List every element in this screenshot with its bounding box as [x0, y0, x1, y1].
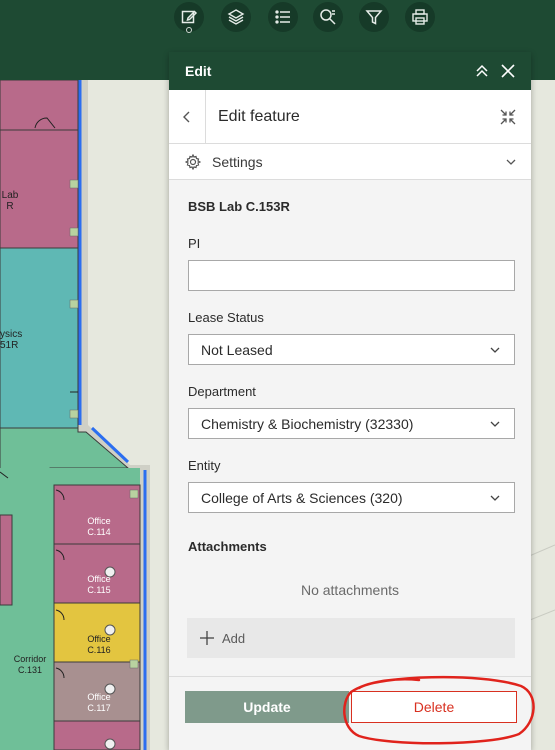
no-attachments-text: No attachments	[300, 582, 400, 598]
room-label-c117: Office C.117	[87, 692, 111, 713]
search-tool-button[interactable]	[313, 2, 343, 32]
feature-form: BSB Lab C.153R PI Lease Status Not Lease…	[169, 180, 531, 676]
entity-value: College of Arts & Sciences (320)	[201, 490, 403, 506]
entity-select[interactable]: College of Arts & Sciences (320)	[188, 482, 515, 513]
lease-status-value: Not Leased	[201, 342, 273, 358]
entity-label: Entity	[188, 458, 221, 473]
settings-toggle[interactable]: Settings	[169, 144, 531, 180]
room-label-c116: Office C.116	[87, 634, 111, 655]
update-button[interactable]: Update	[185, 691, 349, 723]
edit-feature-title: Edit feature	[218, 108, 300, 125]
pi-input[interactable]	[188, 260, 515, 291]
layers-tool-button[interactable]	[221, 2, 251, 32]
lease-status-label: Lease Status	[188, 310, 264, 325]
print-icon	[412, 9, 428, 25]
settings-label: Settings	[212, 154, 263, 170]
chevron-left-icon	[183, 111, 190, 122]
chevron-down-icon	[490, 347, 500, 353]
close-icon	[501, 64, 515, 78]
department-select[interactable]: Chemistry & Biochemistry (32330)	[188, 408, 515, 439]
room-label-lab: Lab R	[1, 190, 19, 212]
panel-header: Edit	[169, 52, 531, 90]
add-attachment-button[interactable]: Add	[187, 618, 515, 658]
room-label-c115: Office C.115	[87, 574, 111, 595]
print-tool-button[interactable]	[405, 2, 435, 32]
feature-name: BSB Lab C.153R	[188, 199, 290, 214]
panel-title: Edit	[185, 63, 212, 79]
plus-icon	[200, 631, 214, 645]
attachments-title: Attachments	[188, 539, 267, 554]
collapse-panel-button[interactable]	[472, 61, 492, 81]
search-icon	[320, 9, 336, 25]
delete-button[interactable]: Delete	[351, 691, 517, 723]
chevrons-up-icon	[476, 64, 488, 77]
edit-feature-bar: Edit feature	[169, 90, 531, 144]
pi-label: PI	[188, 236, 201, 251]
department-value: Chemistry & Biochemistry (32330)	[201, 416, 414, 432]
close-panel-button[interactable]	[498, 61, 518, 81]
minimize-icon[interactable]	[499, 108, 517, 126]
gear-icon	[185, 154, 201, 170]
edit-panel: Edit Edit feature Settings BSB Lab C.153…	[169, 52, 531, 750]
add-attachment-label: Add	[222, 631, 246, 646]
edit-icon	[181, 10, 198, 24]
list-tool-button[interactable]	[268, 2, 298, 32]
back-button[interactable]	[169, 90, 206, 143]
room-label-physics: ysics 51R	[0, 329, 23, 351]
chevron-down-icon	[490, 495, 500, 501]
filter-tool-button[interactable]	[359, 2, 389, 32]
lease-status-select[interactable]: Not Leased	[188, 334, 515, 365]
chevron-down-icon	[506, 159, 516, 165]
filter-icon	[365, 10, 383, 25]
chevron-down-icon	[490, 421, 500, 427]
panel-footer: Update Delete	[169, 676, 531, 750]
room-label-corridor: Corridor C.131	[13, 654, 47, 675]
layers-icon	[227, 9, 245, 25]
room-label-c114: Office C.114	[87, 516, 111, 537]
department-label: Department	[188, 384, 256, 399]
active-tool-indicator	[186, 27, 192, 33]
list-icon	[275, 10, 290, 24]
